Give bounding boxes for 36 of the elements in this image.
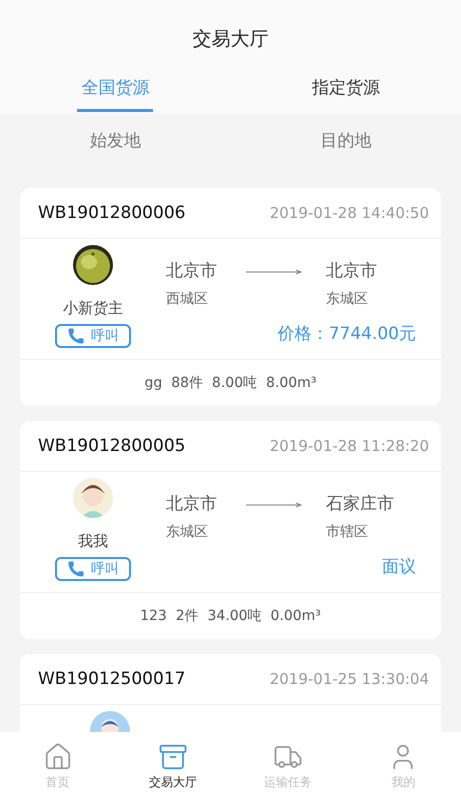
shipper-name: 我我 bbox=[78, 532, 108, 551]
page-title: 交易大厅 bbox=[192, 27, 268, 52]
call-button[interactable]: 呼叫 bbox=[55, 557, 131, 581]
phone-icon bbox=[67, 327, 85, 345]
arrow-icon bbox=[246, 269, 302, 275]
nav-item[interactable]: 交易大厅 bbox=[115, 732, 230, 800]
origin-district: 东城区 bbox=[166, 523, 209, 541]
order-number: WB19012500017 bbox=[38, 669, 186, 689]
cargo-details: gg 88件 8.00吨 8.00m³ bbox=[144, 374, 316, 392]
order-card[interactable]: WB19012800005 2019-01-28 11:28:20 我我 呼叫 北京市 东城区 石家庄市 市辖区 面议 123 2件 34.00吨 0.00m³ bbox=[20, 421, 441, 639]
shipper-name: 小新货主 bbox=[63, 299, 123, 318]
destination-city: 石家庄市 bbox=[326, 493, 395, 515]
phone-icon bbox=[67, 560, 85, 578]
order-card[interactable]: WB19012800006 2019-01-28 14:40:50 小新货主 呼叫 北京市 西城区 北京市 东城区 价格：7744.00元 gg 88件 8.00吨 8.00m³ bbox=[20, 188, 441, 406]
price: 价格：7744.00元 bbox=[278, 323, 416, 345]
order-card[interactable]: WB19012500017 2019-01-25 13:30:04 bbox=[20, 654, 441, 732]
destination-district: 东城区 bbox=[326, 290, 369, 308]
order-time: 2019-01-25 13:30:04 bbox=[270, 670, 429, 688]
call-button[interactable]: 呼叫 bbox=[55, 324, 131, 348]
origin-district: 西城区 bbox=[166, 290, 209, 308]
filter-option[interactable]: 始发地 bbox=[90, 128, 141, 152]
cargo-details: 123 2件 34.00吨 0.00m³ bbox=[140, 607, 321, 625]
order-time: 2019-01-28 14:40:50 bbox=[270, 204, 429, 222]
filter-option[interactable]: 目的地 bbox=[320, 128, 372, 152]
destination-city: 北京市 bbox=[326, 260, 378, 282]
tab[interactable]: 指定货源 bbox=[308, 72, 384, 112]
order-number: WB19012800006 bbox=[38, 203, 186, 223]
origin-city: 北京市 bbox=[166, 493, 218, 515]
order-number: WB19012800005 bbox=[38, 436, 186, 456]
arrow-icon bbox=[246, 502, 302, 508]
price: 面议 bbox=[382, 556, 416, 578]
order-time: 2019-01-28 11:28:20 bbox=[270, 437, 429, 455]
origin-city: 北京市 bbox=[166, 260, 218, 282]
avatar bbox=[73, 478, 113, 518]
destination-district: 市辖区 bbox=[326, 523, 369, 541]
tab[interactable]: 全国货源 bbox=[77, 72, 154, 112]
